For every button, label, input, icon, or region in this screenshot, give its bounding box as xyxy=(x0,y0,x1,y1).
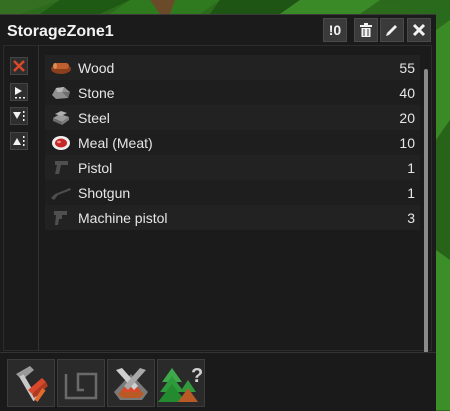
plant-tool-button[interactable]: ? xyxy=(157,359,205,407)
item-name: Wood xyxy=(78,60,115,76)
clear-filter-button[interactable] xyxy=(10,57,28,75)
sort-ascending-icon xyxy=(13,136,25,146)
delete-zone-button[interactable] xyxy=(354,18,378,42)
item-name: Steel xyxy=(78,110,110,126)
wood-icon xyxy=(51,63,71,74)
item-count: 20 xyxy=(399,110,415,126)
stored-items-list: Wood 55 Stone 40 Steel 20 Meal (Meat) 10… xyxy=(45,55,420,230)
list-item[interactable]: Stone 40 xyxy=(45,80,420,105)
list-item[interactable]: Steel 20 xyxy=(45,105,420,130)
clear-filter-icon xyxy=(13,60,25,72)
item-count: 55 xyxy=(399,60,415,76)
item-name: Shotgun xyxy=(78,185,131,201)
trash-icon xyxy=(360,23,372,37)
deconstruct-icon xyxy=(114,368,148,400)
close-icon xyxy=(412,23,426,37)
list-item[interactable]: Pistol 1 xyxy=(45,155,420,180)
rename-button[interactable] xyxy=(380,18,404,42)
item-count: 3 xyxy=(407,210,415,226)
list-item[interactable]: Shotgun 1 xyxy=(45,180,420,205)
forbid-count-label: !0 xyxy=(328,22,342,38)
item-count: 1 xyxy=(407,160,415,176)
close-button[interactable] xyxy=(407,18,431,42)
meal-icon xyxy=(52,136,70,150)
stone-icon xyxy=(52,87,70,99)
window-title: StorageZone1 xyxy=(7,23,114,40)
list-item[interactable]: Wood 55 xyxy=(45,55,420,80)
filter-sidebar xyxy=(3,45,39,351)
sort-descending-icon xyxy=(13,111,25,121)
pencil-icon xyxy=(386,25,397,36)
item-name: Stone xyxy=(78,85,115,101)
bottom-toolbar: ? xyxy=(0,352,436,411)
item-name: Meal (Meat) xyxy=(78,135,153,151)
drop-button[interactable] xyxy=(10,83,28,101)
steel-icon xyxy=(53,111,69,125)
storage-zone-window: StorageZone1 !0 Wood 55 Stone 40 Steel 2… xyxy=(0,14,436,411)
deconstruct-tool-button[interactable] xyxy=(107,359,155,407)
build-hammer-icon xyxy=(16,366,48,402)
item-name: Pistol xyxy=(78,160,113,176)
list-item[interactable]: Meal (Meat) 10 xyxy=(45,130,420,155)
svg-text:?: ? xyxy=(191,365,203,387)
zone-outline-icon xyxy=(64,372,98,400)
scrollbar[interactable] xyxy=(424,69,428,357)
item-name: Machine pistol xyxy=(78,210,168,226)
machine-pistol-icon xyxy=(54,211,67,225)
forbid-toggle-button[interactable]: !0 xyxy=(323,18,347,42)
drop-icon xyxy=(15,87,25,99)
item-count: 40 xyxy=(399,85,415,101)
sort-ascending-button[interactable] xyxy=(10,132,28,150)
build-tool-button[interactable] xyxy=(7,359,55,407)
window-header: StorageZone1 !0 xyxy=(0,15,436,49)
sort-descending-button[interactable] xyxy=(10,107,28,125)
plant-unknown-icon: ? xyxy=(158,365,203,402)
pistol-icon xyxy=(55,161,68,174)
list-item[interactable]: Machine pistol 3 xyxy=(45,205,420,230)
zone-tool-button[interactable] xyxy=(57,359,105,407)
item-count: 10 xyxy=(399,135,415,151)
shotgun-icon xyxy=(51,188,71,200)
item-count: 1 xyxy=(407,185,415,201)
